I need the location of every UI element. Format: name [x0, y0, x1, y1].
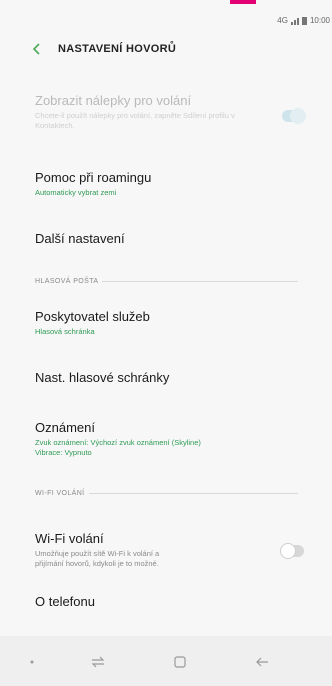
toggle-knob — [290, 108, 306, 124]
wifi-calling-toggle[interactable] — [280, 543, 304, 559]
app-header: NASTAVENÍ HOVORŮ — [0, 34, 332, 64]
setting-title: Pomoc při roamingu — [35, 170, 152, 185]
setting-subtitle-line2: Vibrace: Vypnuto — [35, 448, 92, 457]
setting-subtitle: Hlasová schránka — [35, 327, 95, 336]
setting-notifications[interactable]: Oznámení Zvuk oznámení: Výchozí zvuk ozn… — [0, 420, 332, 458]
setting-about-phone[interactable]: O telefonu — [0, 594, 332, 609]
navigation-bar — [0, 636, 332, 686]
section-label: WI-FI VOLÁNÍ — [35, 490, 85, 497]
section-wifi-calling: WI-FI VOLÁNÍ — [35, 490, 298, 497]
setting-title: O telefonu — [35, 594, 95, 609]
battery-icon — [301, 16, 307, 25]
setting-title: Další nastavení — [35, 231, 125, 246]
setting-subtitle-line1: Zvuk oznámení: Výchozí zvuk oznámení (Sk… — [35, 438, 201, 447]
recent-apps-icon[interactable] — [88, 652, 108, 672]
setting-more-settings[interactable]: Další nastavení — [0, 231, 332, 246]
setting-voicemail-settings[interactable]: Nast. hlasové schránky — [0, 370, 332, 385]
setting-subtitle-line2: přijímání hovorů, kdykoli je to možné. — [35, 559, 159, 568]
status-accent-bar — [230, 0, 256, 4]
setting-title: Zobrazit nálepky pro volání — [35, 93, 192, 108]
setting-service-provider[interactable]: Poskytovatel služeb Hlasová schránka — [0, 309, 332, 337]
setting-title: Wi-Fi volání — [35, 531, 104, 546]
section-divider — [88, 493, 298, 494]
setting-subtitle-line1: Umožňuje použít sítě Wi-Fi k volání a — [35, 549, 160, 558]
nav-dot-icon[interactable] — [28, 658, 36, 666]
section-label: HLASOVÁ POŠTA — [35, 278, 99, 285]
signal-icon — [290, 17, 299, 25]
status-icons: 4G 10:00 — [277, 16, 330, 25]
home-icon[interactable] — [170, 652, 190, 672]
phone-screen: 4G 10:00 NASTAVENÍ HOVORŮ Zobrazit nálep… — [0, 0, 332, 686]
toggle-knob — [280, 543, 296, 559]
status-bar: 4G 10:00 — [0, 0, 332, 32]
setting-subtitle: Chcete-li použít nálepky pro volání, zap… — [35, 111, 235, 130]
setting-roaming-assist[interactable]: Pomoc při roamingu Automaticky vybrat ze… — [0, 170, 332, 198]
setting-title: Poskytovatel služeb — [35, 309, 150, 324]
page-title: NASTAVENÍ HOVORŮ — [58, 43, 177, 55]
back-arrow-icon[interactable] — [252, 652, 272, 672]
setting-title: Nast. hlasové schránky — [35, 370, 170, 385]
section-divider — [102, 281, 298, 282]
status-time: 10:00 — [309, 16, 330, 25]
setting-subtitle: Automaticky vybrat zemi — [35, 188, 117, 197]
call-stickers-toggle[interactable] — [282, 108, 306, 124]
network-label: 4G — [277, 16, 288, 25]
section-voicemail: HLASOVÁ POŠTA — [35, 278, 298, 285]
chevron-left-icon[interactable] — [22, 34, 52, 64]
setting-title: Oznámení — [35, 420, 95, 435]
